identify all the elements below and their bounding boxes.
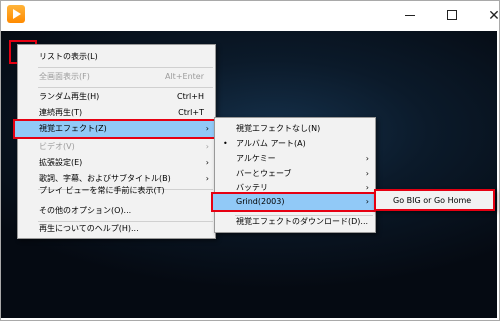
- menu-separator: [38, 67, 213, 68]
- menu-item-label: 拡張設定(E): [39, 158, 83, 167]
- minimize-button[interactable]: [387, 1, 433, 31]
- windows-media-player-icon: [7, 5, 25, 23]
- menu-item-label: 視覚エフェクトのダウンロード(D)...: [236, 217, 369, 226]
- menu-item-enhancements[interactable]: 拡張設定(E) ›: [19, 155, 214, 171]
- chevron-right-icon: ›: [205, 124, 209, 133]
- menu-item-shortcut: Alt+Enter: [164, 72, 204, 81]
- menu-item-label: アルバム アート(A): [236, 139, 306, 148]
- menu-item-label: アルケミー: [236, 154, 276, 163]
- menu-separator: [38, 87, 213, 88]
- menu-item-label: 連続再生(T): [39, 108, 83, 117]
- menu-item-download-visualizations[interactable]: 視覚エフェクトのダウンロード(D)...: [216, 214, 374, 230]
- close-button[interactable]: ✕: [471, 1, 500, 31]
- menu-item-album-art[interactable]: • アルバム アート(A): [216, 136, 374, 152]
- menu-item-label: その他のオプション(O)...: [39, 206, 132, 215]
- menu-item-visualizations[interactable]: 視覚エフェクト(Z) ›: [13, 119, 216, 139]
- menu-item-label: バーとウェーブ: [236, 169, 292, 178]
- menu-item-label: 再生についてのヘルプ(H)...: [39, 224, 139, 233]
- menu-item-shuffle[interactable]: ランダム再生(H) Ctrl+H: [19, 89, 214, 105]
- menu-item-fullscreen[interactable]: 全画面表示(F) Alt+Enter: [19, 69, 214, 85]
- menu-item-shortcut: Ctrl+H: [177, 92, 204, 101]
- title-bar: ✕: [1, 1, 500, 31]
- chevron-right-icon: ›: [365, 154, 369, 163]
- menu-item-label: 全画面表示(F): [39, 72, 90, 81]
- menu-item-label: リストの表示(L): [39, 52, 98, 61]
- menu-item-go-big-or-go-home[interactable]: Go BIG or Go Home: [377, 193, 492, 209]
- menu-item-more-options[interactable]: その他のオプション(O)...: [19, 203, 214, 219]
- chevron-right-icon: ›: [205, 142, 209, 151]
- menu-item-label: ランダム再生(H): [39, 92, 100, 101]
- menu-item-always-on-top[interactable]: プレイ ビューを常に手前に表示(T): [19, 183, 214, 199]
- menu-item-label: Grind(2003): [236, 197, 285, 206]
- menu-item-label: 視覚エフェクト(Z): [39, 124, 107, 133]
- maximize-button[interactable]: [429, 1, 475, 31]
- chevron-right-icon: ›: [205, 158, 209, 167]
- menu-item-label: プレイ ビューを常に手前に表示(T): [39, 186, 165, 195]
- selected-dot-icon: •: [223, 139, 228, 148]
- chevron-right-icon: ›: [365, 197, 369, 206]
- menu-item-label: 歌詞、字幕、およびサブタイトル(B): [39, 174, 171, 183]
- menu-item-label: 視覚エフェクトなし(N): [236, 124, 321, 133]
- menu-item-help[interactable]: 再生についてのヘルプ(H)...: [19, 223, 214, 237]
- menu-item-grind-2003[interactable]: Grind(2003) ›: [211, 192, 376, 212]
- menu-item-show-list[interactable]: リストの表示(L): [19, 49, 214, 65]
- menu-item-label: ビデオ(V): [39, 142, 75, 151]
- menu-separator: [38, 221, 213, 222]
- menu-item-alchemy[interactable]: アルケミー ›: [216, 151, 374, 167]
- context-menu: リストの表示(L) 全画面表示(F) Alt+Enter ランダム再生(H) Ctr…: [13, 44, 216, 239]
- minimize-icon: [405, 15, 415, 16]
- menu-item-no-visualization[interactable]: 視覚エフェクトなし(N): [216, 121, 374, 137]
- menu-item-label: Go BIG or Go Home: [393, 196, 472, 205]
- menu-item-label: バッテリ: [236, 183, 268, 192]
- visualizations-submenu: 視覚エフェクトなし(N) • アルバム アート(A) アルケミー › バーとウェーブ…: [211, 117, 376, 233]
- grind-submenu: Go BIG or Go Home: [374, 189, 495, 211]
- maximize-icon: [447, 10, 457, 20]
- menu-item-video[interactable]: ビデオ(V) ›: [19, 139, 214, 155]
